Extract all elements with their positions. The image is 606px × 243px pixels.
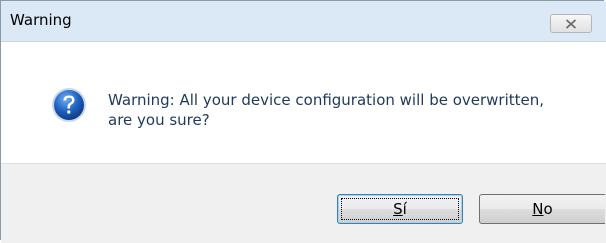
no-button-label: No (532, 200, 552, 218)
no-mnemonic: N (532, 200, 544, 218)
dialog-content: Warning: All your device configuration w… (1, 42, 606, 163)
yes-label-rest: í (402, 200, 407, 218)
dialog-title: Warning (10, 11, 72, 29)
message-line-2: are you sure? (108, 111, 210, 129)
yes-button[interactable]: Sí (337, 194, 463, 224)
warning-dialog: Warning Warning: All your device configu… (0, 0, 606, 243)
no-button[interactable]: No (479, 194, 605, 224)
title-bar: Warning (1, 1, 606, 42)
warning-message: Warning: All your device configuration w… (108, 90, 578, 130)
question-icon (52, 88, 86, 122)
button-bar: Sí No (1, 163, 606, 243)
close-button[interactable] (550, 14, 592, 33)
yes-mnemonic: S (393, 200, 403, 218)
no-label-rest: o (543, 200, 553, 218)
yes-button-label: Sí (393, 200, 407, 218)
close-icon (565, 19, 577, 29)
message-line-1: Warning: All your device configuration w… (108, 91, 545, 109)
